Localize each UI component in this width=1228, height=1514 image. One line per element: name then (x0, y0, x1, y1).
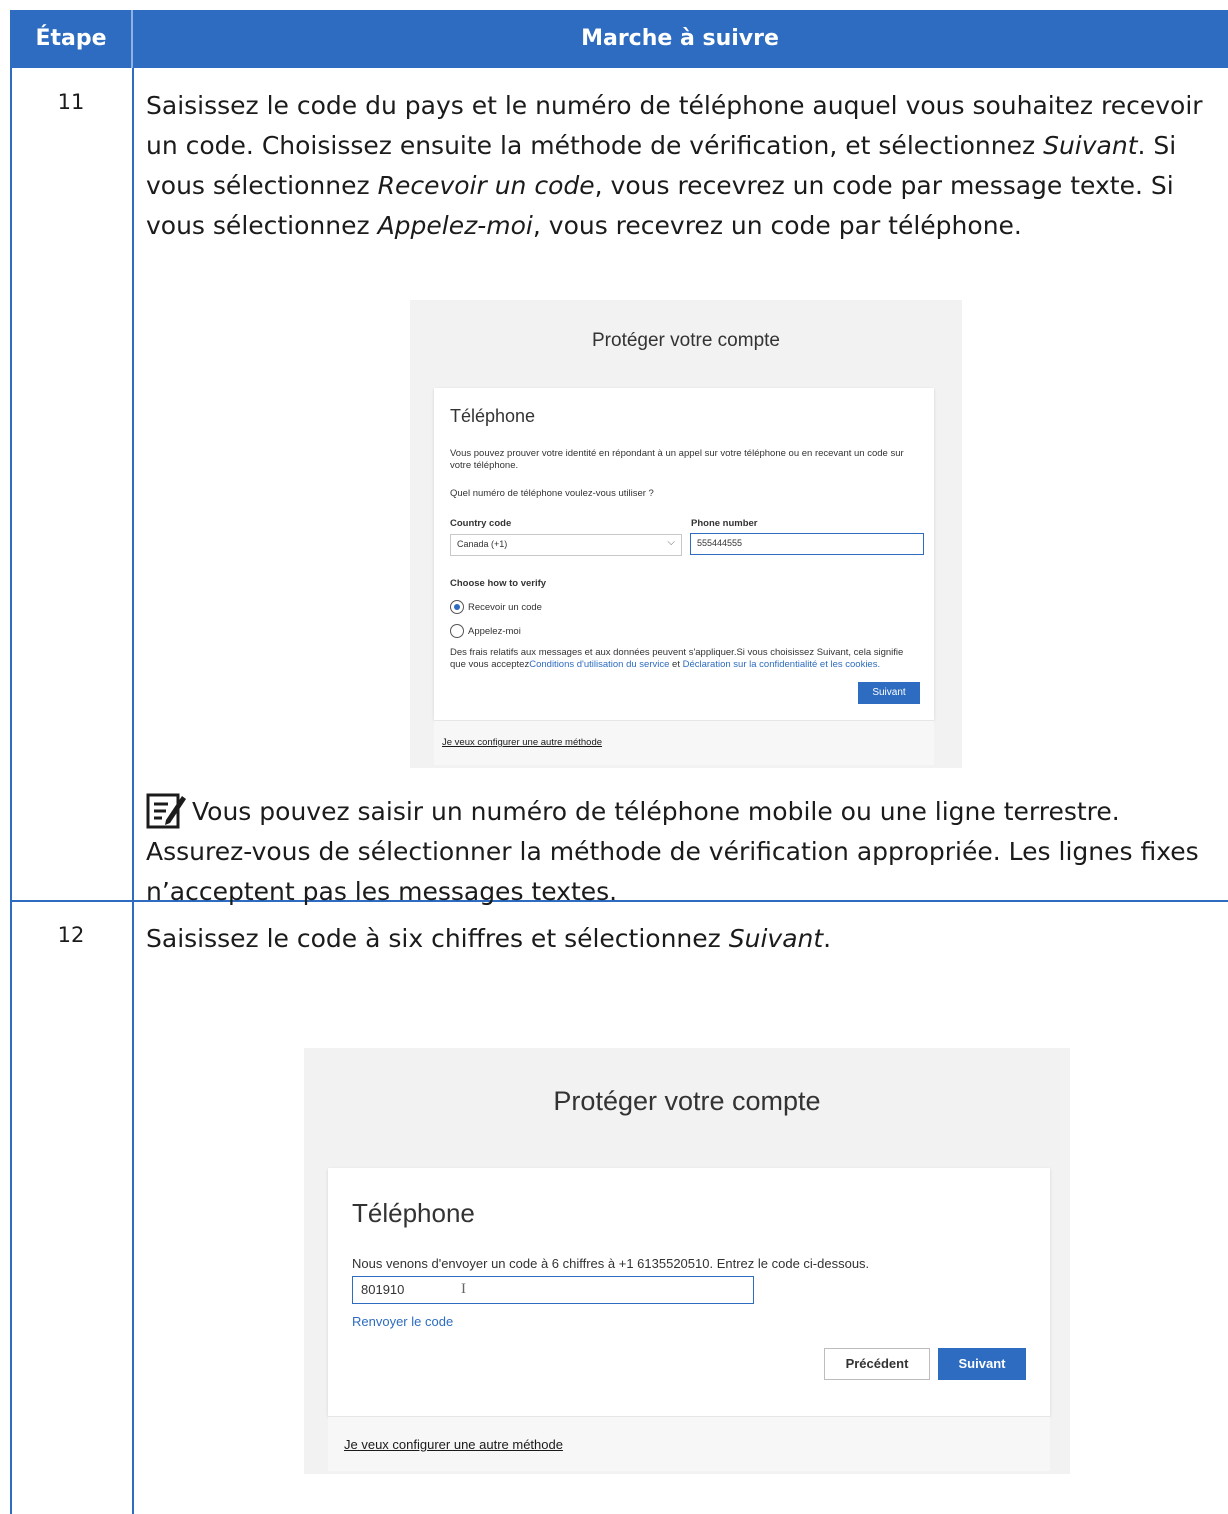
radio-call-me[interactable] (450, 624, 464, 638)
card-heading: Téléphone (352, 1198, 475, 1228)
code-sent-message: Nous venons d'envoyer un code à 6 chiffr… (352, 1256, 870, 1271)
country-code-label: Country code (450, 518, 512, 529)
privacy-link[interactable]: Déclaration sur la confidentialité et le… (683, 659, 881, 670)
previous-button[interactable]: Précédent (824, 1348, 930, 1380)
card-description: Vous pouvez prouver votre identité en ré… (450, 448, 904, 471)
other-method-link[interactable]: Je veux configurer une autre méthode (344, 1437, 563, 1452)
step-12-text-part: Saisissez le code à six chiffres et séle… (146, 924, 729, 953)
radio-receive-code-label: Recevoir un code (468, 602, 542, 613)
screenshot-title: Protéger votre compte (553, 1086, 821, 1116)
note-indent (146, 810, 192, 820)
step-12-text: Saisissez le code à six chiffres et séle… (146, 919, 1216, 959)
card-footer: Je veux configurer une autre méthode (434, 720, 934, 765)
legal-notice: Des frais relatifs aux messages et aux d… (450, 647, 920, 671)
code-card: Téléphone Nous venons d'envoyer un code … (328, 1168, 1050, 1416)
radio-call-me-label: Appelez-moi (468, 626, 521, 637)
next-button[interactable]: Suivant (938, 1348, 1026, 1380)
code-input[interactable]: 801910 I (352, 1276, 754, 1304)
card-footer: Je veux configurer une autre méthode (328, 1416, 1050, 1471)
card-heading: Téléphone (450, 406, 536, 426)
step-12-text-part: . (823, 924, 832, 953)
phone-number-label: Phone number (691, 518, 758, 529)
screenshot-code-entry: Protéger votre compte Téléphone Nous ven… (304, 1048, 1070, 1474)
step-11-text-italic: Recevoir un code (377, 171, 595, 200)
step-11-text-italic: Suivant (1043, 131, 1138, 160)
step-12-text-italic: Suivant (728, 924, 824, 953)
phone-number-input[interactable]: 555444555 (690, 533, 924, 555)
text-cursor-icon: I (461, 1281, 466, 1297)
country-code-select[interactable]: Canada (+1) ⌵ (450, 534, 682, 556)
country-code-value: Canada (+1) (457, 539, 508, 549)
step-number-12: 12 (57, 923, 85, 947)
step-number-11: 11 (57, 90, 85, 114)
note-text: Vous pouvez saisir un numéro de téléphon… (146, 792, 1216, 912)
instructions-table: Étape Marche à suivre 11 Saisissez le co… (10, 10, 1228, 1514)
legal-text-and: et (669, 659, 683, 670)
chevron-down-icon: ⌵ (667, 537, 675, 548)
step-11-text-part: , vous recevrez un code par téléphone. (532, 211, 1022, 240)
header-action: Marche à suivre (581, 26, 779, 51)
step-11-text-italic: Appelez-moi (377, 211, 533, 240)
phone-card: Téléphone Vous pouvez prouver votre iden… (434, 388, 934, 720)
other-method-link[interactable]: Je veux configurer une autre méthode (442, 737, 602, 748)
next-button[interactable]: Suivant (858, 682, 920, 704)
code-value: 801910 (361, 1282, 405, 1297)
note-body: Vous pouvez saisir un numéro de téléphon… (146, 797, 1199, 906)
header-step: Étape (35, 26, 107, 51)
phone-number-value: 555444555 (697, 538, 743, 548)
screenshot-phone-setup: Protéger votre compte Téléphone Vous pou… (410, 300, 962, 768)
radio-receive-code[interactable] (450, 600, 464, 614)
table-header-row: Étape Marche à suivre (10, 10, 1228, 68)
screenshot-title: Protéger votre compte (592, 330, 780, 351)
table-left-border (10, 68, 12, 1514)
verify-label: Choose how to verify (450, 578, 547, 589)
step-11-text: Saisissez le code du pays et le numéro d… (146, 86, 1216, 246)
card-question: Quel numéro de téléphone voulez-vous uti… (450, 488, 654, 499)
terms-link[interactable]: Conditions d'utilisation du service (529, 659, 669, 670)
resend-code-link[interactable]: Renvoyer le code (352, 1314, 453, 1329)
column-divider (132, 68, 134, 1514)
